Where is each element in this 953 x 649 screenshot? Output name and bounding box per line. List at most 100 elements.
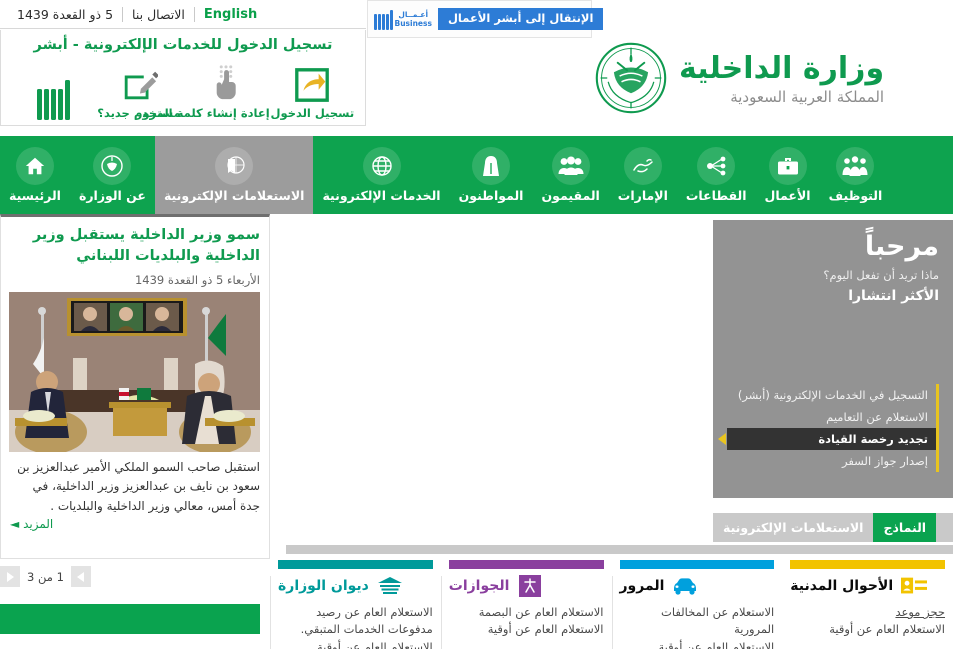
main-navigation: الرئيسية عن الوزارة الاستعلامات الإلكترو… <box>0 136 953 214</box>
card-civil-affairs: الأحوال المدنية حجز موعد الاستعلام العام… <box>782 560 953 649</box>
contact-us-link[interactable]: الاتصال بنا <box>123 0 194 29</box>
green-footer-strip <box>0 604 260 634</box>
card-link[interactable]: الاستعلام العام عن أوقية <box>790 621 945 638</box>
reset-password-button[interactable]: إعادة إنشاء كلمة المرور <box>135 58 270 120</box>
new-user-button[interactable]: مستخدم جديد؟ <box>96 58 181 120</box>
absher-business-ad-banner[interactable]: أعـمــال Business الإنتقال إلى أبشر الأع… <box>367 0 604 38</box>
passport-emblem-icon <box>517 575 543 597</box>
brand-title: وزارة الداخلية <box>679 51 885 86</box>
card-title: ديوان الوزارة <box>278 578 369 594</box>
network-nodes-icon <box>697 147 736 185</box>
hijri-date: 5 ذو القعدة 1439 <box>17 6 114 22</box>
welcome-heading: مرحباً <box>864 231 939 262</box>
absher-logo-cell <box>11 74 96 120</box>
tab-forms[interactable]: النماذج <box>873 513 937 542</box>
saudi-moi-emblem <box>593 40 669 120</box>
welcome-question: ماذا تريد أن تفعل اليوم؟ <box>823 267 939 282</box>
nav-item-employment[interactable]: التوظيف <box>820 136 892 214</box>
home-icon <box>15 147 54 185</box>
card-ministry-diwan: ديوان الوزارة الاستعلام العام عن رصيد مد… <box>270 560 441 649</box>
brand-text: وزارة الداخلية المملكة العربية السعودية <box>679 53 884 107</box>
service-cards: ديوان الوزارة الاستعلام العام عن رصيد مد… <box>270 560 953 649</box>
briefcase-icon <box>768 147 807 185</box>
news-prev-button[interactable] <box>70 566 91 587</box>
news-date: الأربعاء 5 ذو القعدة 1439 <box>134 273 260 288</box>
popular-services-list: التسجيل في الخدمات الإلكترونية (أبشر) ال… <box>727 384 939 472</box>
absher-bars-icon <box>374 8 393 30</box>
news-more-link[interactable]: ◄ المزيد <box>10 517 260 531</box>
id-card-icon <box>901 575 928 597</box>
welcome-panel: مرحباً ماذا تريد أن تفعل اليوم؟ الأكثر ا… <box>713 220 953 498</box>
card-link[interactable]: الاستعلام العام عن رصيد مدفوعات الخدمات … <box>278 604 433 639</box>
card-link[interactable]: الاستعلام العام عن البصمة <box>449 604 604 621</box>
card-color-bar <box>619 560 775 569</box>
card-link[interactable]: حجز موعد <box>790 604 945 621</box>
card-title: الجوازات <box>448 578 510 594</box>
nav-label: الرئيسية <box>9 188 61 203</box>
service-tabs: الاستعلامات الإلكترونية النماذج <box>713 513 953 542</box>
nav-item-electronic-inquiries[interactable]: الاستعلامات الإلكترونية <box>154 136 314 214</box>
login-label: تسجيل الدخول <box>270 106 355 120</box>
divider <box>193 6 195 22</box>
new-user-label: مستخدم جديد؟ <box>97 106 181 120</box>
news-photo-minister-meeting[interactable] <box>9 292 260 453</box>
calligraphy-icon <box>623 147 662 185</box>
nav-item-about-ministry[interactable]: عن الوزارة <box>70 136 155 214</box>
nav-item-home[interactable]: الرئيسية <box>0 136 70 214</box>
go-to-absher-business-button[interactable]: الإنتقال إلى أبشر الأعمال <box>437 7 604 31</box>
news-title[interactable]: سمو وزير الداخلية يستقبل وزير الداخلية و… <box>10 225 260 267</box>
site-brand[interactable]: وزارة الداخلية المملكة العربية السعودية <box>593 30 953 130</box>
nav-item-sectors[interactable]: القطاعات <box>677 136 756 214</box>
news-next-button[interactable] <box>0 566 20 587</box>
nav-label: الخدمات الإلكترونية <box>322 188 441 203</box>
service-item-absher-registration[interactable]: التسجيل في الخدمات الإلكترونية (أبشر) <box>727 384 936 406</box>
citizen-icon <box>472 147 511 185</box>
nav-item-electronic-services[interactable]: الخدمات الإلكترونية <box>313 136 449 214</box>
more-arrow-icon: ◄ <box>10 517 20 532</box>
welcome-subheading: الأكثر انتشارا <box>848 287 939 304</box>
card-passports: الجوازات الاستعلام العام عن البصمة الاست… <box>440 560 612 649</box>
ad-logo-line2: Business <box>394 19 432 28</box>
news-pager: 1 من 3 <box>0 566 91 587</box>
nav-label: الأعمال <box>764 188 811 203</box>
login-arrow-icon <box>270 58 355 104</box>
card-title: المرور <box>619 578 665 594</box>
card-link[interactable]: الاستعلام عن المخالفات المرورية <box>620 604 774 639</box>
english-language-link[interactable]: English <box>195 0 266 29</box>
nav-item-citizens[interactable]: المواطنون <box>450 136 533 214</box>
login-button[interactable]: تسجيل الدخول <box>270 58 355 120</box>
divider <box>122 6 124 22</box>
absher-logo <box>37 76 70 120</box>
hand-keypad-icon <box>182 58 270 104</box>
service-item-renew-driving-license[interactable]: تجديد رخصة القيادة <box>727 428 936 450</box>
nav-label: التوظيف <box>828 188 883 203</box>
nav-label: الاستعلامات الإلكترونية <box>163 188 305 203</box>
card-link[interactable]: الاستعلام العام عن أوقية <box>278 639 433 649</box>
nav-item-emirates[interactable]: الإمارات <box>609 136 677 214</box>
nav-item-residents[interactable]: المقيمون <box>532 136 608 214</box>
card-traffic: المرور الاستعلام عن المخالفات المرورية ا… <box>611 560 783 649</box>
card-link[interactable]: الاستعلام العام عن أوقية <box>620 639 775 649</box>
brand-subtitle: المملكة العربية السعودية <box>730 87 885 106</box>
ad-logo-line1: أعـمــال <box>398 9 429 19</box>
card-color-bar <box>790 560 945 569</box>
service-item-issue-passport[interactable]: إصدار جواز السفر <box>727 450 936 472</box>
main-content: سمو وزير الداخلية يستقبل وزير الداخلية و… <box>0 214 953 649</box>
globe-icon <box>362 147 401 185</box>
nav-label: المواطنون <box>458 188 524 203</box>
card-link[interactable]: الاستعلام العام عن أوقية <box>449 621 604 638</box>
service-item-circulars-inquiry[interactable]: الاستعلام عن التعاميم <box>727 406 936 428</box>
ad-logo-text: أعـمــال Business <box>395 10 432 29</box>
reset-password-label: إعادة إنشاء كلمة المرور <box>135 106 270 120</box>
news-more-label[interactable]: المزيد <box>23 517 53 531</box>
card-color-bar <box>278 560 433 569</box>
car-icon <box>672 575 698 597</box>
edit-pencil-square-icon <box>96 58 181 104</box>
divider <box>440 576 442 649</box>
news-card: سمو وزير الداخلية يستقبل وزير الداخلية و… <box>0 214 270 559</box>
divider <box>270 576 271 649</box>
card-title: الأحوال المدنية <box>790 578 894 594</box>
nav-item-business[interactable]: الأعمال <box>756 136 820 214</box>
nav-label: الإمارات <box>617 188 668 203</box>
tab-electronic-inquiries[interactable]: الاستعلامات الإلكترونية <box>713 513 874 542</box>
